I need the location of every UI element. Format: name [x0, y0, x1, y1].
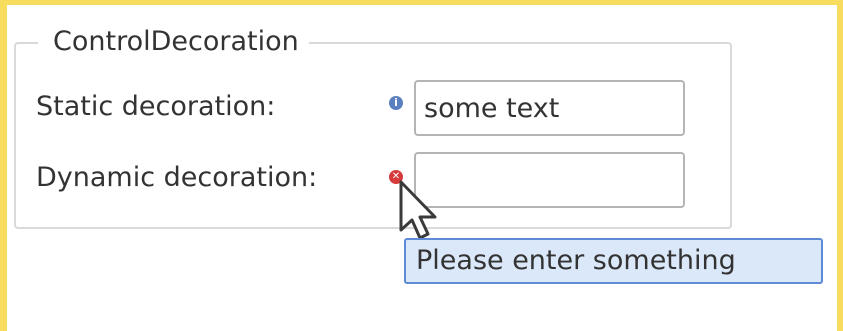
static-decoration-label: Static decoration: — [36, 91, 276, 122]
mouse-cursor-icon — [399, 180, 437, 240]
group-title: ControlDecoration — [38, 24, 309, 60]
info-icon: i — [389, 96, 403, 110]
window-frame-right — [837, 0, 843, 331]
static-decoration-input[interactable] — [414, 80, 685, 136]
window-frame-top — [0, 0, 843, 5]
error-tooltip: Please enter something — [404, 238, 823, 284]
window-frame-left — [0, 0, 7, 331]
dynamic-decoration-input[interactable] — [414, 152, 685, 208]
dynamic-decoration-label: Dynamic decoration: — [36, 162, 318, 193]
